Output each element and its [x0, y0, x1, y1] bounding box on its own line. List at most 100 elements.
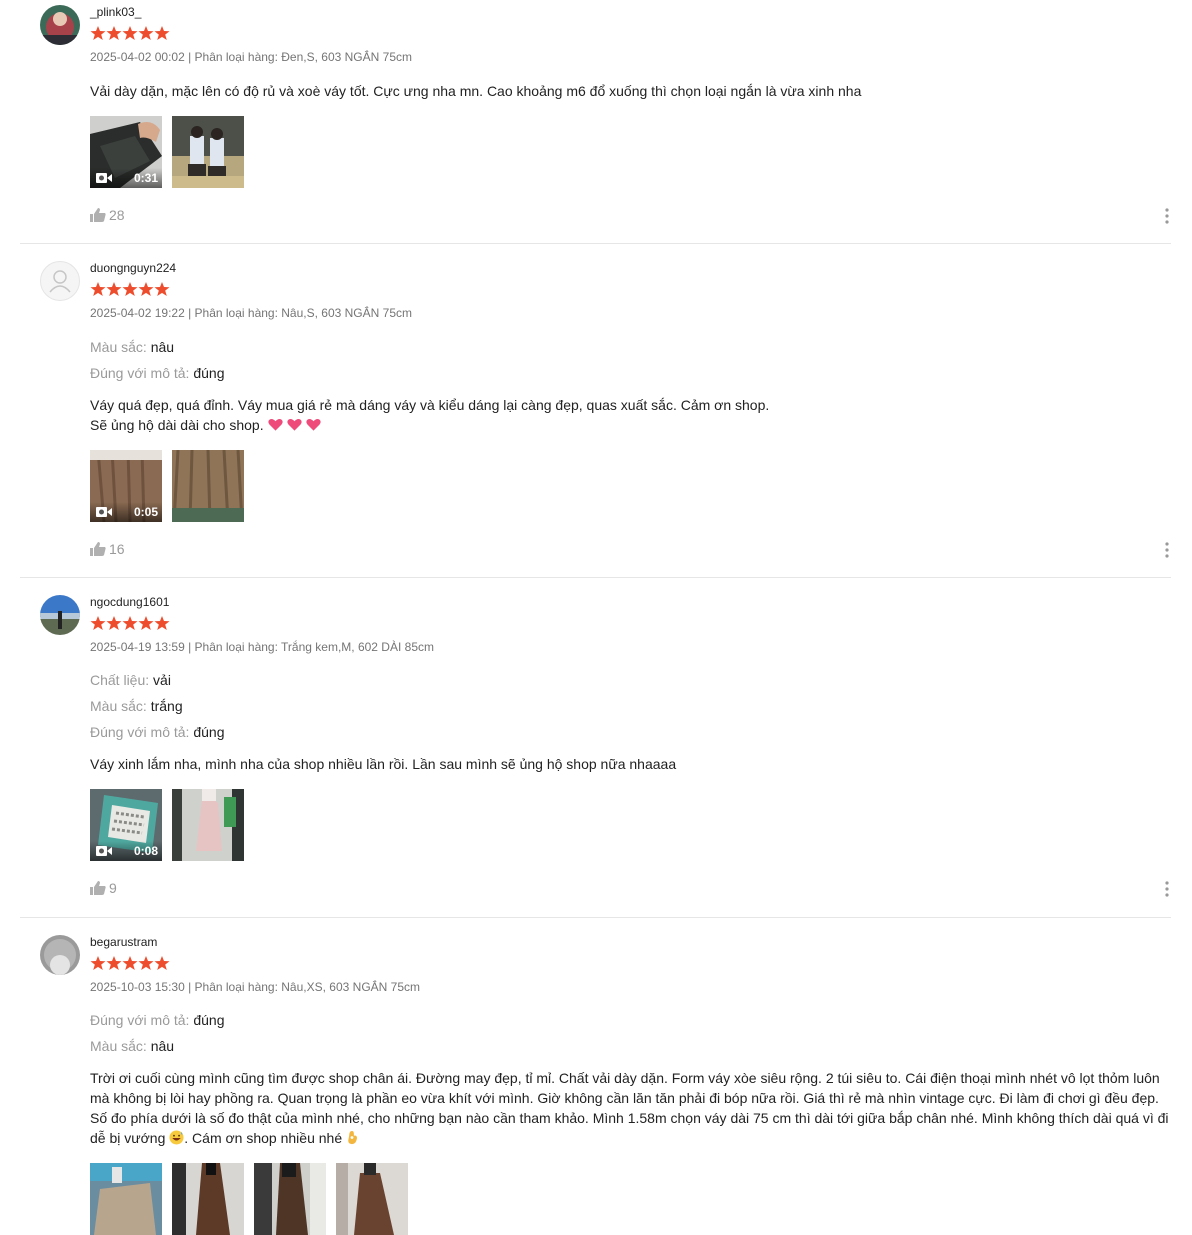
star-icon [122, 282, 138, 296]
video-duration: 0:05 [133, 505, 158, 519]
image-thumbnail[interactable] [90, 1163, 162, 1235]
more-options-icon[interactable] [1163, 207, 1171, 225]
star-icon [106, 956, 122, 970]
video-camera-icon [96, 507, 112, 517]
review-attribute: Chất liệu: vải [90, 671, 171, 689]
review-meta: 2025-10-03 15:30 | Phân loại hàng: Nâu,X… [90, 980, 420, 994]
like-button[interactable]: 28 [90, 207, 125, 223]
review-text-line: Váy xinh lắm nha, mình nha của shop nhiề… [90, 756, 677, 772]
attribute-value: nâu [150, 339, 175, 355]
review-attribute: Màu sắc: trắng [90, 697, 183, 715]
review-item: ngocdung1601 2025-04-19 13:59 | Phân loạ… [20, 590, 1171, 918]
attribute-value: đúng [193, 365, 225, 381]
star-icon [154, 616, 170, 630]
media-list: 0:31 [90, 116, 254, 188]
attribute-label: Đúng với mô tả: [90, 365, 190, 381]
video-duration: 0:31 [133, 171, 158, 185]
attribute-value: đúng [193, 1012, 225, 1028]
video-camera-icon [96, 846, 112, 856]
media-list [90, 1163, 418, 1235]
attribute-label: Màu sắc: [90, 698, 147, 714]
star-icon [106, 26, 122, 40]
avatar[interactable] [40, 261, 80, 301]
heart-icon [286, 418, 302, 431]
rating-stars [90, 281, 170, 297]
attribute-value: nâu [150, 1038, 175, 1054]
review-item: begarustram 2025-10-03 15:30 | Phân loại… [20, 930, 1171, 1235]
video-duration-bar: 0:05 [90, 502, 162, 522]
ok-hand-icon [348, 1130, 357, 1145]
attribute-label: Đúng với mô tả: [90, 724, 190, 740]
review-username[interactable]: _plink03_ [90, 5, 141, 20]
review-attribute: Đúng với mô tả: đúng [90, 723, 225, 741]
review-attribute: Màu sắc: nâu [90, 338, 174, 356]
review-item: _plink03_ 2025-04-02 00:02 | Phân loại h… [20, 0, 1171, 244]
video-thumbnail[interactable]: 0:31 [90, 116, 162, 188]
review-text: Vải dày dặn, mặc lên có độ rủ và xoè váy… [90, 81, 1170, 101]
review-list: _plink03_ 2025-04-02 00:02 | Phân loại h… [0, 0, 1192, 1235]
avatar[interactable] [40, 595, 80, 635]
attribute-label: Màu sắc: [90, 339, 147, 355]
review-meta: 2025-04-19 13:59 | Phân loại hàng: Trắng… [90, 640, 434, 654]
image-thumbnail[interactable] [254, 1163, 326, 1235]
more-options-icon[interactable] [1163, 541, 1171, 559]
star-icon [154, 282, 170, 296]
image-thumbnail[interactable] [172, 116, 244, 188]
video-duration-bar: 0:08 [90, 841, 162, 861]
review-item: duongnguyn224 2025-04-02 19:22 | Phân lo… [20, 256, 1171, 578]
heart-icon [267, 418, 283, 431]
rating-stars [90, 615, 170, 631]
review-text: Váy xinh lắm nha, mình nha của shop nhiề… [90, 754, 1170, 774]
video-duration: 0:08 [133, 844, 158, 858]
attribute-value: vải [153, 672, 171, 688]
image-thumbnail[interactable] [172, 1163, 244, 1235]
review-text: Trời ơi cuối cùng mình cũng tìm được sho… [90, 1068, 1170, 1148]
like-count: 16 [109, 541, 125, 557]
thumbs-up-icon [90, 208, 106, 222]
star-icon [138, 282, 154, 296]
review-text-line: Vải dày dặn, mặc lên có độ rủ và xoè váy… [90, 83, 862, 99]
rating-stars [90, 25, 170, 41]
review-meta: 2025-04-02 19:22 | Phân loại hàng: Nâu,S… [90, 306, 412, 320]
video-thumbnail[interactable]: 0:05 [90, 450, 162, 522]
star-icon [122, 956, 138, 970]
default-user-icon [49, 270, 71, 293]
heart-icon [305, 418, 321, 431]
review-text-line: Trời ơi cuối cùng mình cũng tìm được sho… [90, 1068, 1170, 1148]
review-text-line: Váy quá đẹp, quá đỉnh. Váy mua giá rẻ mà… [90, 397, 770, 413]
avatar[interactable] [40, 5, 80, 45]
star-icon [106, 616, 122, 630]
star-icon [90, 282, 106, 296]
star-icon [154, 956, 170, 970]
media-list: 0:08 [90, 789, 254, 861]
star-icon [90, 616, 106, 630]
review-username[interactable]: duongnguyn224 [90, 261, 176, 276]
review-username[interactable]: ngocdung1601 [90, 595, 169, 610]
attribute-label: Đúng với mô tả: [90, 1012, 190, 1028]
thumbs-up-icon [90, 881, 106, 895]
image-thumbnail[interactable] [172, 789, 244, 861]
review-text-line: Sẽ ủng hộ dài dài cho shop. [90, 415, 1170, 435]
like-button[interactable]: 9 [90, 880, 117, 896]
star-icon [122, 616, 138, 630]
media-list: 0:05 [90, 450, 254, 522]
image-thumbnail[interactable] [172, 450, 244, 522]
video-duration-bar: 0:31 [90, 168, 162, 188]
attribute-label: Màu sắc: [90, 1038, 147, 1054]
video-thumbnail[interactable]: 0:08 [90, 789, 162, 861]
review-username[interactable]: begarustram [90, 935, 157, 950]
star-icon [90, 956, 106, 970]
star-icon [122, 26, 138, 40]
review-meta: 2025-04-02 00:02 | Phân loại hàng: Đen,S… [90, 50, 412, 64]
star-icon [106, 282, 122, 296]
avatar[interactable] [40, 935, 80, 975]
review-text-segment: . Cám ơn shop nhiều nhé [184, 1130, 343, 1146]
like-button[interactable]: 16 [90, 541, 125, 557]
thumbs-up-icon [90, 542, 106, 556]
star-icon [90, 26, 106, 40]
image-thumbnail[interactable] [336, 1163, 408, 1235]
star-icon [138, 26, 154, 40]
more-options-icon[interactable] [1163, 880, 1171, 898]
review-text-segment: Sẽ ủng hộ dài dài cho shop. [90, 417, 264, 433]
like-count: 9 [109, 880, 117, 896]
